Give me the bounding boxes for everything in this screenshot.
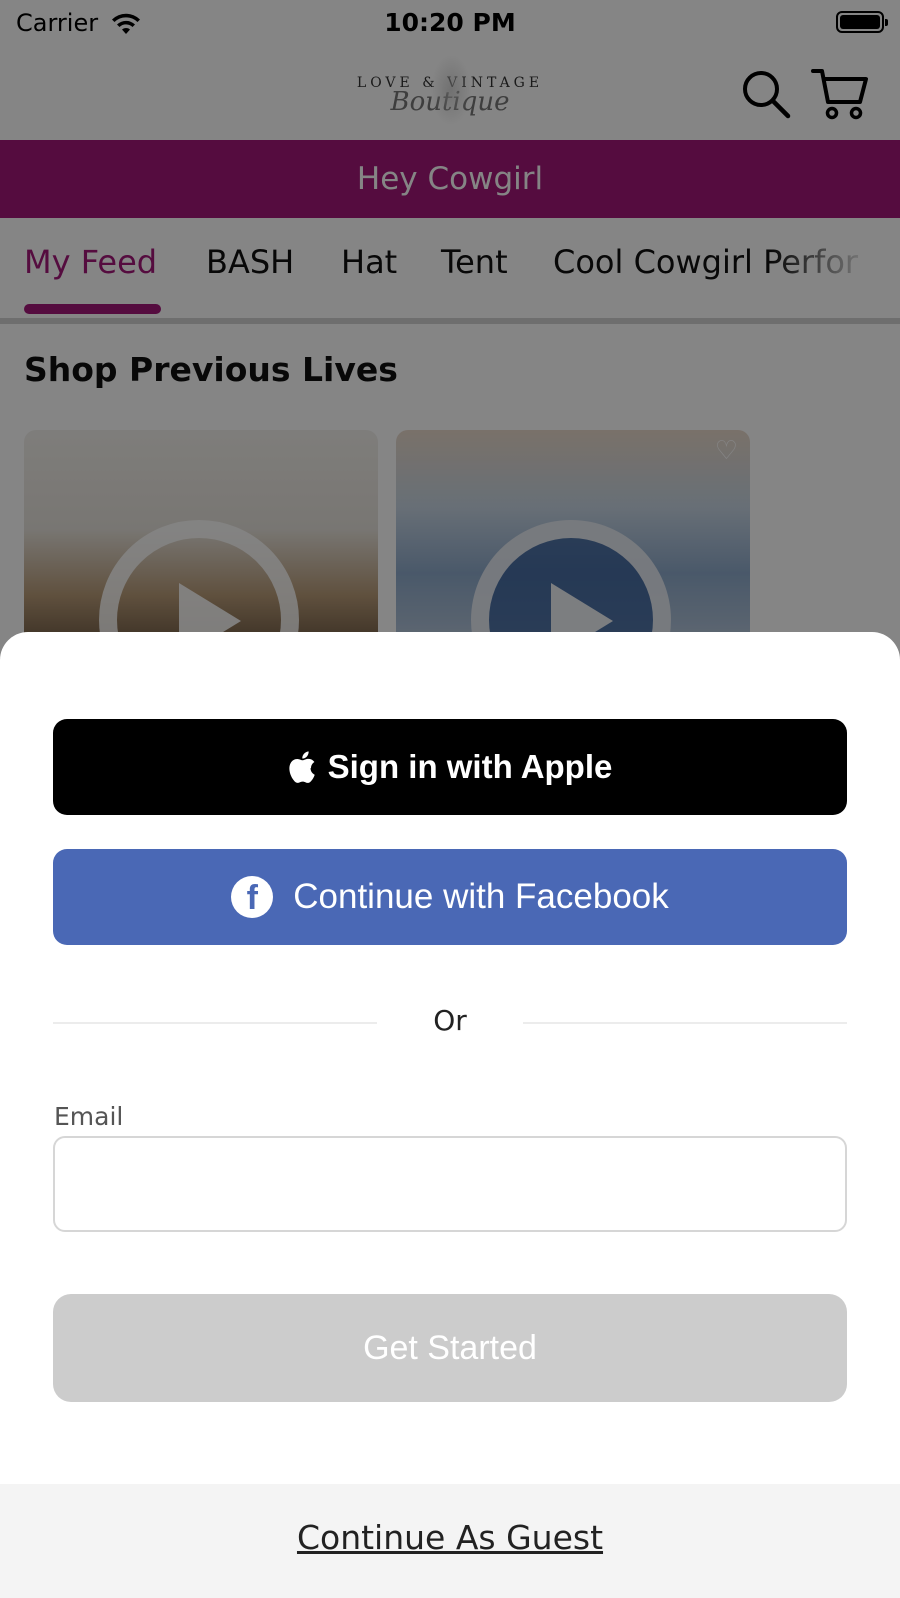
email-field[interactable] xyxy=(53,1136,847,1232)
facebook-button-label: Continue with Facebook xyxy=(293,877,669,916)
get-started-label: Get Started xyxy=(363,1328,537,1367)
continue-as-guest-link[interactable]: Continue As Guest xyxy=(0,1518,900,1557)
apple-button-label: Sign in with Apple xyxy=(327,748,613,785)
sign-in-with-apple-button[interactable]: Sign in with Apple xyxy=(53,719,847,815)
divider-line xyxy=(523,1022,847,1024)
guest-footer: Continue As Guest xyxy=(0,1484,900,1598)
email-label: Email xyxy=(54,1102,124,1131)
facebook-icon: f xyxy=(231,876,274,918)
auth-bottom-sheet: Sign in with Apple f Continue with Faceb… xyxy=(0,632,900,1598)
apple-icon xyxy=(288,751,315,783)
continue-with-facebook-button[interactable]: f Continue with Facebook xyxy=(53,849,847,945)
get-started-button[interactable]: Get Started xyxy=(53,1294,847,1402)
or-divider: Or xyxy=(53,1002,847,1042)
or-label: Or xyxy=(433,1004,467,1037)
